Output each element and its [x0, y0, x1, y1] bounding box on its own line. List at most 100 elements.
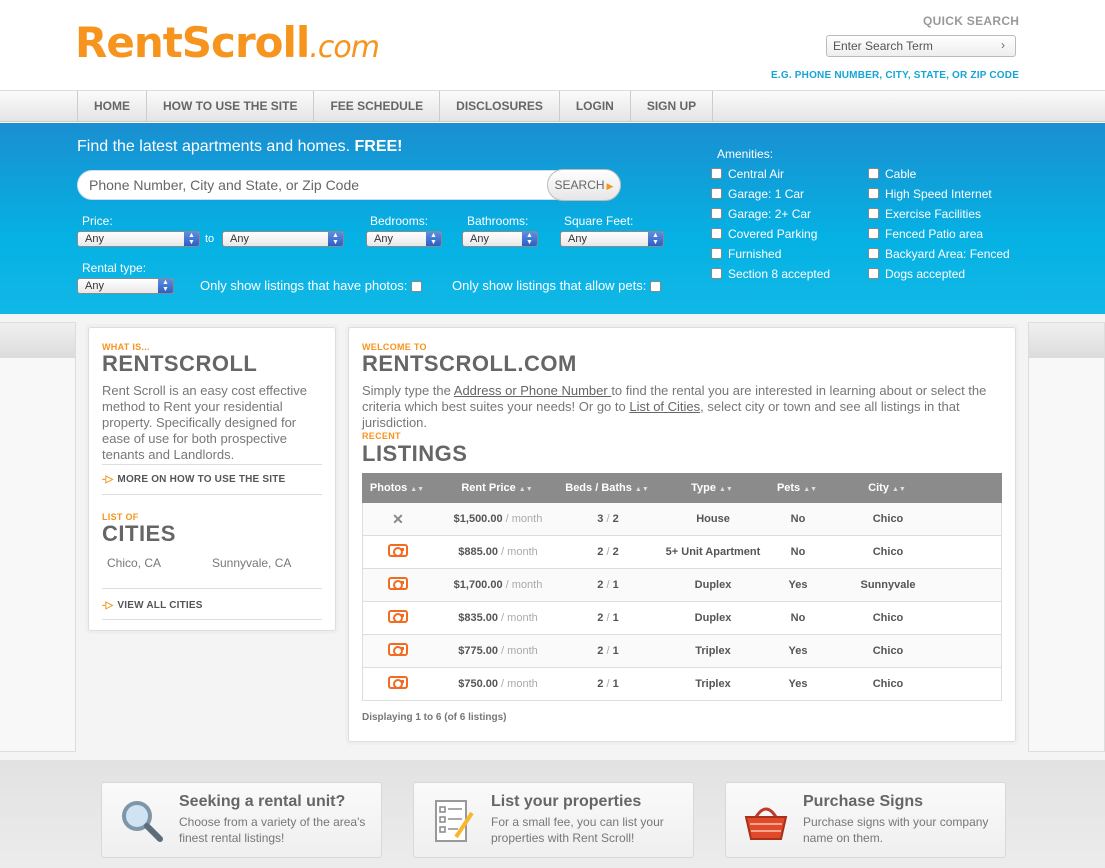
table-row[interactable]: $750.00 / month 2 / 1 Triplex Yes Chico	[362, 668, 1002, 701]
col-photos[interactable]: Photos ▲▼	[362, 473, 432, 503]
amenity-checkbox[interactable]	[711, 168, 722, 180]
logo[interactable]: RentScroll.com	[75, 18, 380, 67]
pets-only-option[interactable]: Only show listings that allow pets:	[452, 278, 661, 293]
sort-icon: ▲▼	[518, 486, 533, 493]
amenity-checkbox[interactable]	[868, 268, 879, 280]
select-arrows-icon: ▲ ▼	[184, 232, 199, 246]
amenity-covered-parking[interactable]: Covered Parking	[711, 227, 817, 241]
amenity-high-speed-internet[interactable]: High Speed Internet	[868, 187, 992, 201]
amenity-cable[interactable]: Cable	[868, 167, 916, 181]
left-side-tab	[0, 322, 76, 752]
nav-item-home[interactable]: HOME	[78, 91, 147, 122]
quick-search-arrow-icon[interactable]: ›	[1001, 38, 1005, 52]
amenity-label: Cable	[885, 167, 917, 181]
amenity-furnished[interactable]: Furnished	[711, 247, 781, 261]
about-title: RENTSCROLL	[102, 351, 258, 376]
nav-item-login[interactable]: LOGIN	[560, 91, 631, 122]
list-properties-box[interactable]: List your properties For a small fee, yo…	[413, 782, 694, 858]
amenity-section-8-accepted[interactable]: Section 8 accepted	[711, 267, 830, 281]
cities-title: CITIES	[102, 521, 176, 546]
price-value: $1,700.00	[453, 579, 503, 591]
amenity-checkbox[interactable]	[711, 268, 722, 280]
amenity-dogs-accepted[interactable]: Dogs accepted	[868, 267, 965, 281]
amenity-checkbox[interactable]	[711, 188, 722, 200]
price-cell: $885.00 / month	[433, 536, 563, 568]
city-link-sunnyvale[interactable]: Sunnyvale, CA	[212, 555, 291, 571]
amenities-title: Amenities:	[717, 147, 774, 161]
photo-cell	[363, 635, 433, 667]
amenity-checkbox[interactable]	[868, 228, 879, 240]
camera-icon[interactable]	[388, 610, 408, 623]
bedrooms-select[interactable]: Any ▲ ▼	[366, 231, 442, 247]
search-band: Find the latest apartments and homes. FR…	[0, 123, 1105, 314]
amenity-fenced-patio-area[interactable]: Fenced Patio area	[868, 227, 983, 241]
table-row[interactable]: $1,700.00 / month 2 / 1 Duplex Yes Sunnyvale	[362, 569, 1002, 602]
type-cell: Duplex	[694, 579, 732, 591]
nav-item-fee-schedule[interactable]: FEE SCHEDULE	[314, 91, 441, 122]
baths-value: 1	[612, 579, 619, 591]
list-of-cities-link[interactable]: List of Cities	[629, 399, 700, 414]
price-cell: $835.00 / month	[433, 602, 563, 634]
camera-icon[interactable]	[388, 577, 408, 590]
price-to-label: to	[205, 233, 215, 245]
purchase-signs-box[interactable]: Purchase Signs Purchase signs with your …	[725, 782, 1006, 858]
sort-icon: ▲▼	[719, 486, 733, 493]
photos-only-checkbox[interactable]	[411, 281, 423, 293]
amenity-label: Garage: 1 Car	[728, 187, 805, 201]
list-properties-text: For a small fee, you can list your prope…	[491, 815, 664, 845]
col-beds-baths[interactable]: Beds / Baths ▲▼	[562, 473, 652, 503]
col-city-label: City	[868, 482, 889, 494]
col-rent-price[interactable]: Rent Price ▲▼	[432, 473, 562, 503]
more-how-to-link[interactable]: -▷ MORE ON HOW TO USE THE SITE	[102, 474, 285, 485]
seeking-rental-box[interactable]: Seeking a rental unit? Choose from a var…	[101, 782, 382, 858]
city-link-chico[interactable]: Chico, CA	[107, 555, 161, 571]
price-min-select[interactable]: Any ▲ ▼	[77, 231, 200, 247]
amenity-checkbox[interactable]	[868, 208, 879, 220]
view-all-cities-link[interactable]: -▷ VIEW ALL CITIES	[102, 600, 203, 611]
nav-item-sign-up[interactable]: SIGN UP	[631, 91, 714, 122]
rental-type-select[interactable]: Any ▲ ▼	[77, 278, 174, 294]
amenity-checkbox[interactable]	[711, 208, 722, 220]
main-search-input[interactable]: Phone Number, City and State, or Zip Cod…	[77, 170, 621, 200]
amenity-checkbox[interactable]	[868, 248, 879, 260]
amenity-garage-1-car[interactable]: Garage: 1 Car	[711, 187, 804, 201]
nav-item-disclosures[interactable]: DISCLOSURES	[440, 91, 560, 122]
table-row[interactable]: ✕ $1,500.00 / month 3 / 2 House No Chico	[362, 503, 1002, 536]
amenity-central-air[interactable]: Central Air	[711, 167, 784, 181]
camera-icon[interactable]	[388, 544, 408, 557]
amenity-checkbox[interactable]	[868, 188, 879, 200]
table-row[interactable]: $775.00 / month 2 / 1 Triplex Yes Chico	[362, 635, 1002, 668]
amenity-checkbox[interactable]	[868, 168, 879, 180]
bathrooms-select[interactable]: Any ▲ ▼	[462, 231, 538, 247]
per-month-label: / month	[498, 612, 538, 624]
select-arrows-icon: ▲ ▼	[328, 232, 343, 246]
city-cell: Sunnyvale	[860, 579, 916, 591]
table-row[interactable]: $885.00 / month 2 / 2 5+ Unit Apartment No C…	[362, 536, 1002, 569]
search-button[interactable]: SEARCH ▶	[547, 169, 621, 201]
site-header: RentScroll.com QUICK SEARCH Enter Search…	[0, 0, 1105, 90]
col-pets[interactable]: Pets ▲▼	[772, 473, 822, 503]
photo-cell: ✕	[363, 503, 433, 535]
sqft-select[interactable]: Any ▲ ▼	[560, 231, 664, 247]
pets-cell: Yes	[788, 678, 808, 690]
price-max-select[interactable]: Any ▲ ▼	[222, 231, 344, 247]
amenity-checkbox[interactable]	[711, 228, 722, 240]
pets-only-checkbox[interactable]	[650, 281, 661, 293]
quick-search-input[interactable]: Enter Search Term	[826, 35, 1016, 57]
price-cell: $1,700.00 / month	[433, 569, 563, 601]
photos-only-option[interactable]: Only show listings that have photos:	[200, 278, 423, 293]
amenity-backyard-area-fenced[interactable]: Backyard Area: Fenced	[868, 247, 1010, 261]
address-phone-link[interactable]: Address or Phone Number	[454, 383, 612, 398]
amenity-exercise-facilities[interactable]: Exercise Facilities	[868, 207, 981, 221]
table-row[interactable]: $835.00 / month 2 / 1 Duplex No Chico	[362, 602, 1002, 635]
amenity-label: Garage: 2+ Car	[728, 207, 812, 221]
col-type-label: Type	[691, 482, 716, 494]
nav-item-how-to-use-the-site[interactable]: HOW TO USE THE SITE	[147, 91, 315, 122]
camera-icon[interactable]	[388, 643, 408, 656]
col-city[interactable]: City ▲▼	[822, 473, 952, 503]
amenity-checkbox[interactable]	[711, 248, 722, 260]
amenity-garage-2-car[interactable]: Garage: 2+ Car	[711, 207, 811, 221]
camera-icon[interactable]	[388, 676, 408, 689]
col-type[interactable]: Type ▲▼	[652, 473, 772, 503]
price-cell: $1,500.00 / month	[433, 503, 563, 535]
